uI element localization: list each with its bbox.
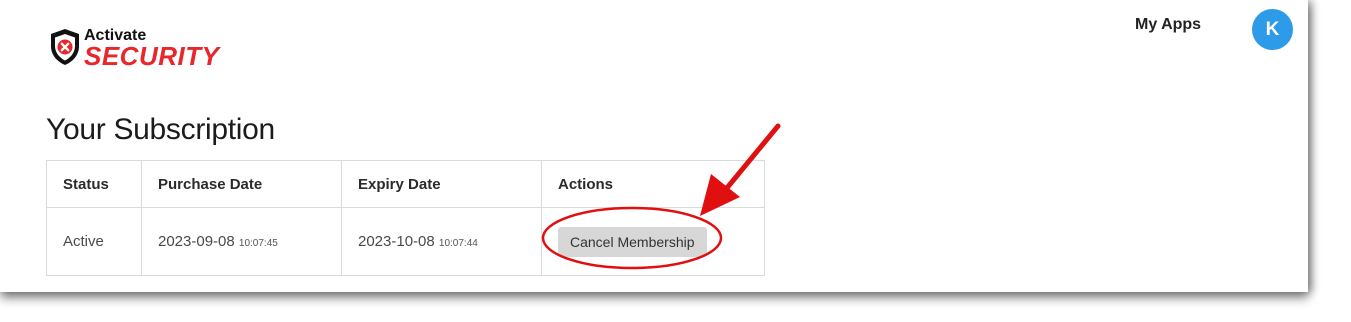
subscription-table: Status Purchase Date Expiry Date Actions… <box>46 160 765 276</box>
shield-icon <box>51 29 79 65</box>
purchase-time-value: 10:07:45 <box>238 238 278 249</box>
cancel-membership-button[interactable]: Cancel Membership <box>558 226 707 257</box>
page-title: Your Subscription <box>46 113 275 146</box>
table-header-row: Status Purchase Date Expiry Date Actions <box>46 160 765 208</box>
column-header-actions: Actions <box>541 160 765 208</box>
expiry-date-cell: 2023-10-08 10:07:44 <box>341 207 542 276</box>
expiry-date-value: 2023-10-08 <box>358 233 435 250</box>
status-value: Active <box>63 233 104 250</box>
app-window: Activate SECURITY My Apps K Your Subscri… <box>0 0 1308 292</box>
column-header-status: Status <box>46 160 142 208</box>
brand-logo[interactable]: Activate SECURITY <box>48 27 219 71</box>
column-header-expiry-date: Expiry Date <box>341 160 542 208</box>
brand-word-bottom: SECURITY <box>84 41 220 71</box>
avatar[interactable]: K <box>1252 9 1293 50</box>
expiry-time-value: 10:07:44 <box>438 238 478 249</box>
table-row: Active 2023-09-08 10:07:45 2023-10-08 10… <box>46 207 765 276</box>
actions-cell: Cancel Membership <box>541 207 765 276</box>
my-apps-link[interactable]: My Apps <box>1135 16 1201 34</box>
purchase-date-value: 2023-09-08 <box>158 233 235 250</box>
status-cell: Active <box>46 207 142 276</box>
column-header-purchase-date: Purchase Date <box>141 160 342 208</box>
purchase-date-cell: 2023-09-08 10:07:45 <box>141 207 342 276</box>
